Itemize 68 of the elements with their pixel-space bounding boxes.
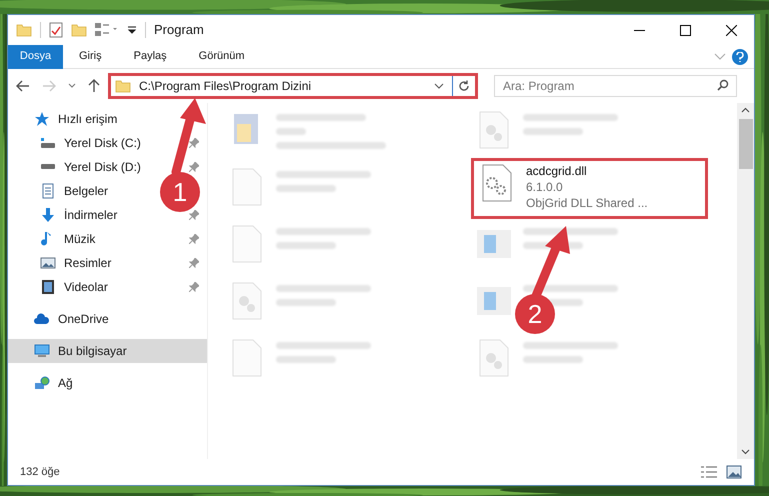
dropdown-caret-icon[interactable] xyxy=(434,83,444,89)
sidebar-item[interactable]: OneDrive xyxy=(8,307,113,331)
large-icons-view-icon[interactable] xyxy=(726,465,742,479)
pin-icon[interactable] xyxy=(189,210,199,220)
blurred-text-bar xyxy=(276,128,306,135)
sidebar-item[interactable]: Ağ xyxy=(8,371,77,395)
download-icon xyxy=(40,207,56,223)
file-detail: ObjGrid DLL Shared ... xyxy=(526,195,648,211)
ribbon-tab[interactable]: Dosya xyxy=(8,44,63,68)
file-detail: 6.1.0.0 xyxy=(526,179,564,195)
film-icon xyxy=(40,279,56,295)
pin-icon[interactable] xyxy=(189,162,199,172)
scroll-down-icon[interactable] xyxy=(741,449,750,455)
item-count: 132 öğe xyxy=(20,464,60,480)
refresh-icon[interactable] xyxy=(458,80,470,92)
sidebar-item[interactable]: Hızlı erişim xyxy=(8,107,122,131)
star-icon xyxy=(34,111,50,127)
drive-icon xyxy=(40,138,56,148)
view-list-icon[interactable] xyxy=(95,23,119,37)
scroll-up-icon[interactable] xyxy=(741,107,750,113)
sidebar-item[interactable]: Belgeler xyxy=(8,179,112,203)
search-field[interactable]: Ara: Program xyxy=(494,75,737,97)
sidebar-item[interactable]: Videolar xyxy=(8,275,112,299)
sidebar-item[interactable]: İndirmeler xyxy=(8,203,122,227)
monitor-icon xyxy=(34,343,50,359)
ribbon-tab[interactable]: Paylaş xyxy=(118,44,183,68)
customize-caret-icon[interactable] xyxy=(127,25,137,35)
properties-icon[interactable] xyxy=(49,22,63,38)
blurred-text-bar xyxy=(276,185,336,192)
pin-icon[interactable] xyxy=(189,234,199,244)
ribbon-tab[interactable]: Giriş xyxy=(63,44,118,68)
sidebar-item[interactable]: Resimler xyxy=(8,251,116,275)
sidebar-item[interactable]: Yerel Disk (C:) xyxy=(8,131,145,155)
ribbon-tab[interactable]: Görünüm xyxy=(182,44,260,68)
scroll-thumb[interactable] xyxy=(738,119,752,169)
pin-icon[interactable] xyxy=(189,282,199,292)
file-item[interactable]: acdcgrid.dll 6.1.0.0 ObjGrid DLL Shared ... xyxy=(471,158,708,219)
scrollbar[interactable] xyxy=(737,103,754,459)
picture-icon xyxy=(40,255,56,271)
drive-icon xyxy=(40,164,56,170)
document-icon xyxy=(40,183,56,199)
recent-caret-icon[interactable] xyxy=(68,83,76,89)
pin-icon[interactable] xyxy=(189,138,199,148)
up-icon[interactable] xyxy=(88,79,100,93)
blurred-text-bar xyxy=(276,299,336,306)
network-icon xyxy=(34,375,50,391)
window-title: Program xyxy=(154,21,204,40)
folder-icon xyxy=(16,24,32,36)
sidebar-item[interactable]: Yerel Disk (D:) xyxy=(8,155,145,179)
sidebar-item[interactable]: Müzik xyxy=(8,227,100,251)
details-view-icon[interactable] xyxy=(700,465,718,479)
address-bar[interactable]: C:\Program Files\Program Dizini xyxy=(108,73,478,99)
file-name: acdcgrid.dll xyxy=(526,163,588,179)
maximize-icon[interactable] xyxy=(680,24,690,36)
back-icon[interactable] xyxy=(16,80,30,92)
blurred-text-bar xyxy=(523,128,583,135)
blurred-text-bar xyxy=(276,242,336,249)
help-icon[interactable] xyxy=(732,48,748,64)
sidebar-item[interactable]: Bu bilgisayar xyxy=(8,339,207,363)
address-path: C:\Program Files\Program Dizini xyxy=(139,78,312,95)
pin-icon[interactable] xyxy=(189,258,199,268)
blurred-text-bar xyxy=(276,356,336,363)
close-icon[interactable] xyxy=(726,24,736,36)
blurred-text-bar xyxy=(523,356,583,363)
cloud-icon xyxy=(34,311,50,327)
search-icon[interactable] xyxy=(717,79,729,91)
folder-icon xyxy=(115,80,131,92)
new-folder-icon xyxy=(71,24,87,36)
